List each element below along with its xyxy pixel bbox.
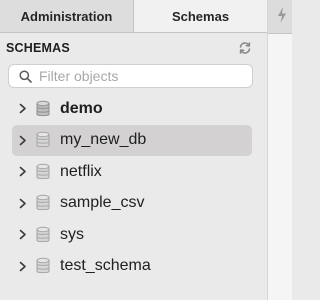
schema-row-sample-csv[interactable]: sample_csv xyxy=(0,188,267,220)
schema-row-my-new-db[interactable]: my_new_db xyxy=(0,124,267,157)
editor-area-edge xyxy=(267,0,292,300)
database-icon xyxy=(36,132,50,148)
chevron-right-icon[interactable] xyxy=(19,198,27,209)
schema-row-sys[interactable]: sys xyxy=(0,219,267,251)
chevron-right-icon[interactable] xyxy=(19,166,27,177)
search-icon xyxy=(19,69,32,83)
schema-name: sample_csv xyxy=(60,194,145,212)
filter-objects-input[interactable] xyxy=(39,68,239,84)
navigator-tabs: Administration Schemas xyxy=(0,0,267,33)
navigator-panel: Administration Schemas SCHEMAS Filter ob… xyxy=(0,0,267,300)
schema-row-netflix[interactable]: netflix xyxy=(0,156,267,188)
lightning-icon xyxy=(278,7,286,23)
schema-name: test_schema xyxy=(60,257,151,275)
chevron-right-icon[interactable] xyxy=(19,103,27,114)
database-icon xyxy=(36,100,50,116)
refresh-icon[interactable] xyxy=(238,41,252,55)
schema-row-demo[interactable]: demo xyxy=(0,93,267,125)
schema-name: demo xyxy=(60,99,103,117)
tab-schemas[interactable]: Schemas xyxy=(134,0,267,32)
chevron-right-icon[interactable] xyxy=(19,261,27,272)
chevron-right-icon[interactable] xyxy=(19,135,27,146)
database-icon xyxy=(36,258,50,274)
database-icon xyxy=(36,195,50,211)
tab-schemas-label: Schemas xyxy=(171,8,230,24)
tab-query-stub[interactable] xyxy=(268,0,292,34)
schema-row-test-schema[interactable]: test_schema xyxy=(0,251,267,283)
filter-search-box[interactable] xyxy=(8,64,253,88)
tab-administration-label: Administration xyxy=(20,8,113,24)
schema-name: my_new_db xyxy=(60,131,147,149)
chevron-right-icon[interactable] xyxy=(19,229,27,240)
database-icon xyxy=(36,163,50,179)
section-title: SCHEMAS xyxy=(6,41,70,55)
database-icon xyxy=(36,226,50,242)
schema-name: netflix xyxy=(60,162,102,180)
schemas-header: SCHEMAS xyxy=(6,39,261,57)
schema-name: sys xyxy=(60,225,84,243)
schema-tree: demo my_new_db netflix sample_csv sys te… xyxy=(0,93,267,282)
tab-administration[interactable]: Administration xyxy=(0,0,134,32)
